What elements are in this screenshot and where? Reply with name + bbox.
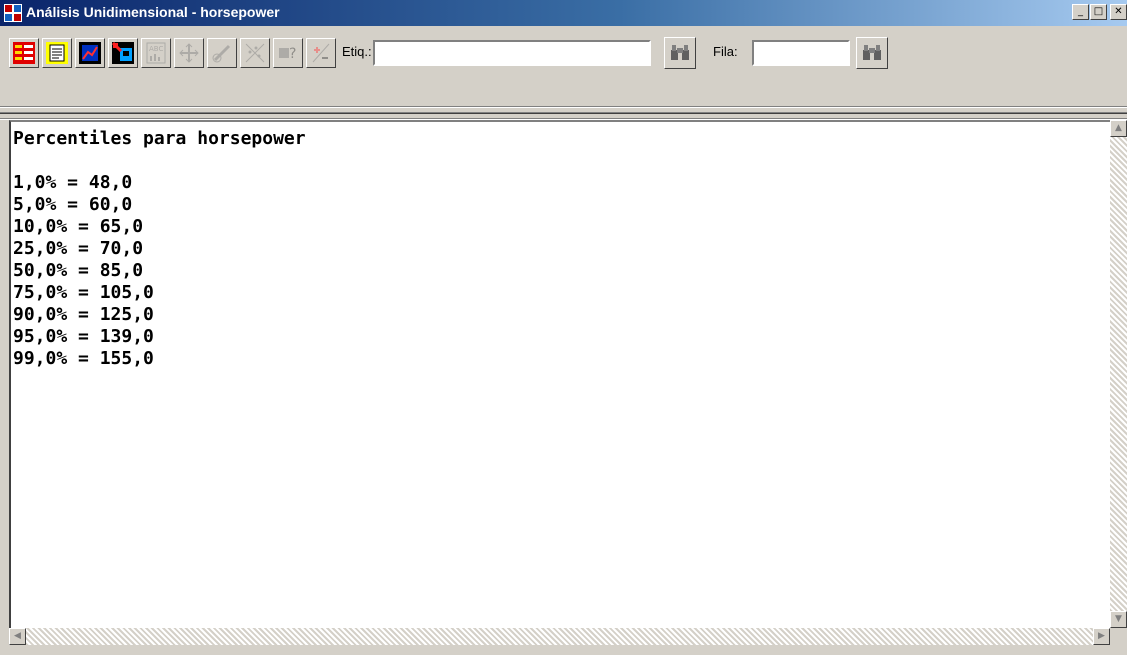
scroll-down-button[interactable]: ▼ xyxy=(1110,611,1127,628)
percentile-line: 10,0% = 65,0 xyxy=(13,216,144,237)
row-field-input[interactable] xyxy=(752,40,850,66)
save-results-tool[interactable] xyxy=(108,38,138,68)
brush-icon xyxy=(212,44,231,63)
exclude-tool[interactable] xyxy=(240,38,270,68)
percentile-line: 99,0% = 155,0 xyxy=(13,348,154,369)
output-text: Percentiles para horsepower 1,0% = 48,0 5… xyxy=(13,128,306,370)
scroll-up-button[interactable]: ▲ xyxy=(1110,120,1127,137)
percentile-line: 1,0% = 48,0 xyxy=(13,172,133,193)
binoculars-icon xyxy=(671,45,689,60)
question-mark-icon: ? xyxy=(279,46,296,62)
label-field-label: Etiq.: xyxy=(342,44,372,59)
app-window: Análisis Unidimensional - horsepower _ □… xyxy=(0,0,1127,655)
percentile-line: 5,0% = 60,0 xyxy=(13,194,133,215)
graphs-tool[interactable] xyxy=(75,38,105,68)
label-field-input[interactable] xyxy=(373,40,651,66)
percentile-line: 25,0% = 70,0 xyxy=(13,238,144,259)
title-bar[interactable]: Análisis Unidimensional - horsepower _ □… xyxy=(0,0,1127,26)
percentile-line: 75,0% = 105,0 xyxy=(13,282,154,303)
percentile-line: 50,0% = 85,0 xyxy=(13,260,144,281)
window-title: Análisis Unidimensional - horsepower xyxy=(26,4,280,20)
find-label-button[interactable] xyxy=(664,37,696,69)
scroll-left-button[interactable]: ◀ xyxy=(9,628,26,645)
minimize-button[interactable]: _ xyxy=(1072,4,1089,20)
resize-grip[interactable] xyxy=(1110,628,1127,645)
output-pane: Percentiles para horsepower 1,0% = 48,0 5… xyxy=(9,120,1110,628)
abc-text-icon: ABC xyxy=(146,42,166,64)
input-dialog-icon xyxy=(13,42,35,64)
plus-minus-icon xyxy=(312,43,330,63)
toolbar: ABC ? Etiq.: Fila: xyxy=(0,26,1127,120)
maximize-button[interactable]: □ xyxy=(1090,4,1107,20)
scatter-exclude-icon xyxy=(245,43,265,63)
find-row-button[interactable] xyxy=(856,37,888,69)
pane-options-tool[interactable]: ABC xyxy=(141,38,171,68)
row-field-label: Fila: xyxy=(713,44,738,59)
move-arrows-icon xyxy=(179,43,199,63)
save-results-icon xyxy=(112,42,134,64)
line-graph-icon xyxy=(79,42,101,64)
binoculars-icon xyxy=(863,45,881,60)
app-icon[interactable] xyxy=(4,4,22,22)
pane-splitter[interactable] xyxy=(0,106,1127,120)
analysis-options-tool[interactable] xyxy=(42,38,72,68)
percentile-line: 95,0% = 139,0 xyxy=(13,326,154,347)
close-button[interactable]: ✕ xyxy=(1110,4,1127,20)
input-dialog-tool[interactable] xyxy=(9,38,39,68)
svg-text:?: ? xyxy=(289,46,296,62)
move-tool[interactable] xyxy=(174,38,204,68)
scroll-right-button[interactable]: ▶ xyxy=(1093,628,1110,645)
add-remove-tool[interactable] xyxy=(306,38,336,68)
brush-tool[interactable] xyxy=(207,38,237,68)
window-bottom-border xyxy=(0,645,1127,655)
svg-text:ABC: ABC xyxy=(149,45,163,53)
horizontal-scrollbar[interactable]: ◀ ▶ xyxy=(9,628,1110,645)
text-report-icon xyxy=(46,42,68,64)
vertical-scrollbar[interactable]: ▲ ▼ xyxy=(1110,120,1127,628)
identify-tool[interactable]: ? xyxy=(273,38,303,68)
output-heading: Percentiles para horsepower xyxy=(13,128,306,149)
percentile-line: 90,0% = 125,0 xyxy=(13,304,154,325)
